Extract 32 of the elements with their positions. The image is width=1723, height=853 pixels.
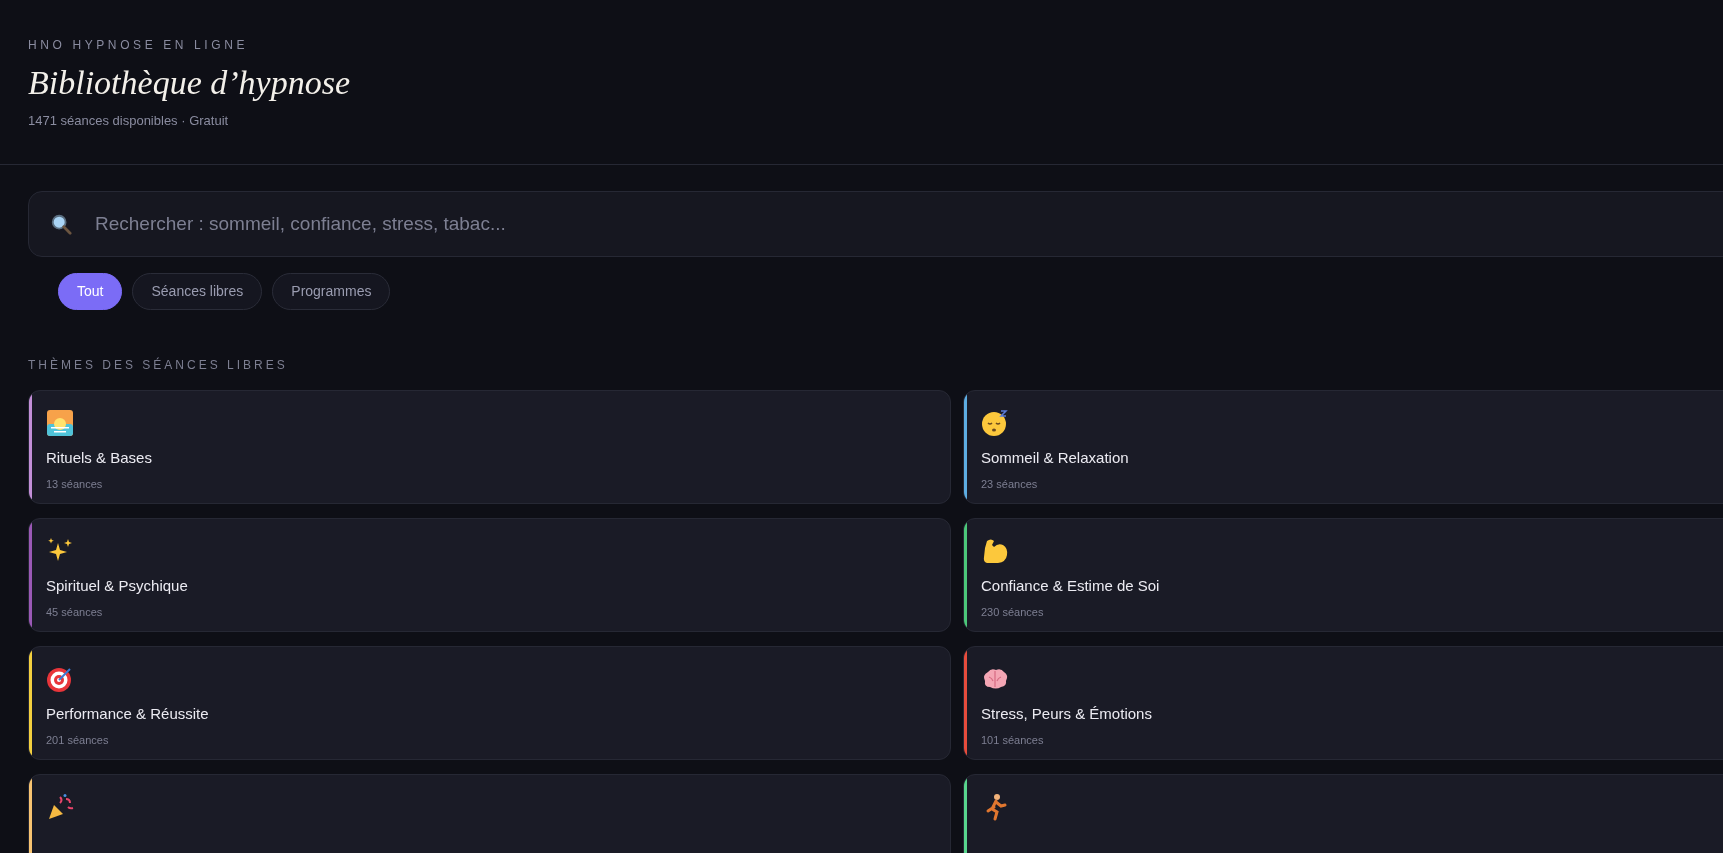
sunrise-icon: [46, 409, 74, 437]
theme-title: Confiance & Estime de Soi: [981, 576, 1160, 596]
search-field[interactable]: Rechercher : sommeil, confiance, stress, tabac...: [28, 191, 1723, 257]
theme-title: Rituels & Bases: [46, 448, 152, 468]
theme-title: Sommeil & Relaxation: [981, 448, 1129, 468]
party-popper-icon: [46, 793, 74, 821]
session-count: 201 séances: [46, 732, 109, 748]
theme-card[interactable]: Confiance & Estime de Soi 230 séances: [963, 518, 1723, 632]
flexed-arm-icon: [981, 537, 1009, 565]
filter-chip[interactable]: Séances libres: [132, 273, 263, 310]
theme-card[interactable]: Performance & Réussite 201 séances: [28, 646, 951, 760]
session-count: 13 séances: [46, 476, 103, 492]
session-count: 23 séances: [981, 476, 1038, 492]
theme-card[interactable]: Stress, Peurs & Émotions 101 séances: [963, 646, 1723, 760]
theme-card[interactable]: Rituels & Bases 13 séances: [28, 390, 951, 504]
session-count: 45 séances: [46, 604, 103, 620]
section-heading: THÈMES DES SÉANCES LIBRES: [28, 356, 288, 374]
theme-title: Stress, Peurs & Émotions: [981, 704, 1152, 724]
session-count: 230 séances: [981, 604, 1044, 620]
page-subtitle: 1471 séances disponibles · Gratuit: [28, 111, 229, 130]
filter-chip[interactable]: Tout: [58, 273, 123, 310]
theme-title: Performance & Réussite: [46, 704, 209, 724]
page-title: Bibliothèque d’hypnose: [28, 63, 350, 103]
filter-chip[interactable]: Programmes: [272, 273, 391, 310]
target-icon: [46, 665, 74, 693]
theme-card[interactable]: Spirituel & Psychique 45 séances: [28, 518, 951, 632]
search-icon: [50, 213, 72, 235]
theme-card[interactable]: Sommeil & Relaxation 23 séances: [963, 390, 1723, 504]
theme-title: Spirituel & Psychique: [46, 576, 188, 596]
session-count: 101 séances: [981, 732, 1044, 748]
sleeping-face-icon: [981, 409, 1009, 437]
brand-label: HNO HYPNOSE EN LIGNE: [28, 37, 249, 54]
